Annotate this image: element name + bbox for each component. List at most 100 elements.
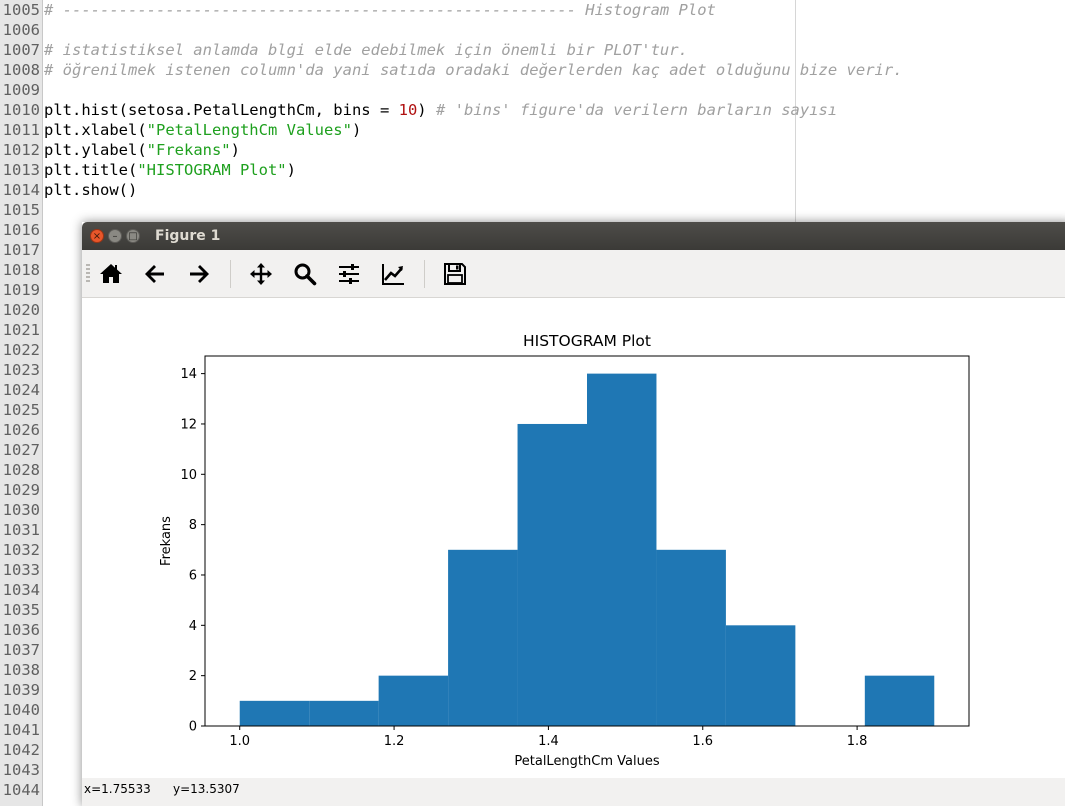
line-number: 1012 [2, 141, 40, 159]
y-tick-label: 10 [180, 468, 197, 483]
line-number: 1026 [2, 421, 40, 439]
forward-button[interactable] [184, 259, 214, 289]
line-number: 1014 [2, 181, 40, 199]
cursor-x-readout: x=1.75533 [84, 782, 151, 796]
toolbar-grip-handle[interactable] [86, 264, 90, 284]
code-string: "HISTOGRAM Plot" [137, 161, 287, 179]
code-line[interactable]: 1011 plt.xlabel("PetalLengthCm Values") [0, 120, 1065, 140]
toolbar-separator [230, 260, 231, 288]
line-number: 1042 [2, 741, 40, 759]
code-line[interactable]: 1006 [0, 20, 1065, 40]
line-number: 1034 [2, 581, 40, 599]
code-token: plt.ylabel( [44, 141, 147, 159]
code-text[interactable]: # --------------------------------------… [44, 0, 716, 20]
minimize-button[interactable]: – [108, 229, 122, 243]
line-number: 1033 [2, 561, 40, 579]
subplots-button[interactable] [334, 259, 364, 289]
figure-window[interactable]: × – □ Figure 1 1.0 1.2 1.4 1.6 1.8 0 2 4… [82, 222, 1065, 806]
line-number: 1028 [2, 461, 40, 479]
code-line[interactable]: 1015 [0, 200, 1065, 220]
y-tick-label: 0 [189, 720, 197, 735]
code-line[interactable]: 1008 # öğrenilmek istenen column'da yani … [0, 60, 1065, 80]
x-tick-label: 1.8 [847, 734, 868, 749]
line-number: 1029 [2, 481, 40, 499]
y-tick-label: 2 [189, 669, 197, 684]
pan-button[interactable] [246, 259, 276, 289]
window-titlebar[interactable]: × – □ Figure 1 [82, 222, 1065, 250]
line-number: 1024 [2, 381, 40, 399]
line-number: 1013 [2, 161, 40, 179]
line-number: 1023 [2, 361, 40, 379]
line-number: 1035 [2, 601, 40, 619]
y-tick-label: 4 [189, 619, 197, 634]
line-number: 1039 [2, 681, 40, 699]
line-number: 1015 [2, 201, 40, 219]
code-text[interactable]: plt.xlabel("PetalLengthCm Values") [44, 120, 361, 140]
maximize-button[interactable]: □ [126, 229, 140, 243]
y-tick-label: 14 [180, 367, 197, 382]
code-line[interactable]: 1007 # istatistiksel anlamda blgi elde ed… [0, 40, 1065, 60]
line-number: 1006 [2, 21, 40, 39]
line-number: 1040 [2, 701, 40, 719]
histogram-bar [517, 423, 587, 726]
code-text[interactable]: # öğrenilmek istenen column'da yani satı… [44, 60, 903, 80]
status-bar: x=1.75533 y=13.5307 [82, 778, 1065, 806]
line-number: 1036 [2, 621, 40, 639]
chart-title: HISTOGRAM Plot [523, 332, 651, 350]
histogram-bar [448, 549, 518, 726]
line-number: 1038 [2, 661, 40, 679]
zoom-icon [294, 263, 317, 286]
line-number: 1022 [2, 341, 40, 359]
code-text[interactable]: plt.show() [44, 180, 137, 200]
back-arrow-icon [145, 265, 164, 283]
code-line[interactable]: 1005 # ----------------------------------… [0, 0, 1065, 20]
line-number: 1019 [2, 281, 40, 299]
histogram-bar [725, 625, 796, 726]
histogram-chart[interactable]: 1.0 1.2 1.4 1.6 1.8 0 2 4 6 8 10 12 14 HISTOGRAM Plot… [82, 298, 1065, 778]
line-number: 1032 [2, 541, 40, 559]
code-string: "PetalLengthCm Values" [146, 121, 352, 139]
code-token: ) [351, 121, 362, 139]
y-tick-label: 8 [189, 518, 197, 533]
code-text[interactable]: plt.ylabel("Frekans") [44, 140, 240, 160]
line-number: 1031 [2, 521, 40, 539]
histogram-bar [587, 373, 657, 726]
code-line[interactable]: 1009 [0, 80, 1065, 100]
edit-axes-button[interactable] [378, 259, 408, 289]
subplots-icon [339, 264, 359, 284]
code-string: "Frekans" [146, 141, 231, 159]
code-line[interactable]: 1014 plt.show() [0, 180, 1065, 200]
close-button[interactable]: × [90, 229, 104, 243]
figure-canvas[interactable]: 1.0 1.2 1.4 1.6 1.8 0 2 4 6 8 10 12 14 HISTOGRAM Plot… [82, 298, 1065, 778]
line-number: 1018 [2, 261, 40, 279]
x-tick-label: 1.2 [384, 734, 405, 749]
x-tick-label: 1.4 [538, 734, 559, 749]
code-token: ) [286, 161, 296, 179]
home-button[interactable] [96, 259, 126, 289]
edit-axes-icon [382, 264, 404, 285]
histogram-bar [239, 700, 310, 726]
y-tick-label: 12 [180, 417, 197, 432]
code-line[interactable]: 1013 plt.title("HISTOGRAM Plot") [0, 160, 1065, 180]
code-text[interactable]: plt.title("HISTOGRAM Plot") [44, 160, 296, 180]
line-number: 1009 [2, 81, 40, 99]
line-number: 1008 [2, 61, 40, 79]
save-button[interactable] [440, 259, 470, 289]
code-number: 10 [398, 101, 418, 119]
line-number: 1030 [2, 501, 40, 519]
forward-arrow-icon [190, 265, 209, 283]
x-tick-label: 1.6 [692, 734, 713, 749]
code-comment: # öğrenilmek istenen column'da yani satı… [44, 61, 903, 79]
zoom-button[interactable] [290, 259, 320, 289]
code-token: plt.title( [44, 161, 138, 179]
save-icon [444, 263, 466, 285]
code-token: plt.show() [44, 181, 138, 199]
line-number: 1021 [2, 321, 40, 339]
back-button[interactable] [140, 259, 170, 289]
code-text[interactable]: # istatistiksel anlamda blgi elde edebil… [44, 40, 688, 60]
code-token: ) [417, 101, 436, 119]
code-line[interactable]: 1010 plt.hist(setosa.PetalLengthCm, bins … [0, 100, 1065, 120]
code-text[interactable]: plt.hist(setosa.PetalLengthCm, bins = 10… [44, 100, 837, 120]
code-line[interactable]: 1012 plt.ylabel("Frekans") [0, 140, 1065, 160]
histogram-bar [309, 700, 379, 726]
